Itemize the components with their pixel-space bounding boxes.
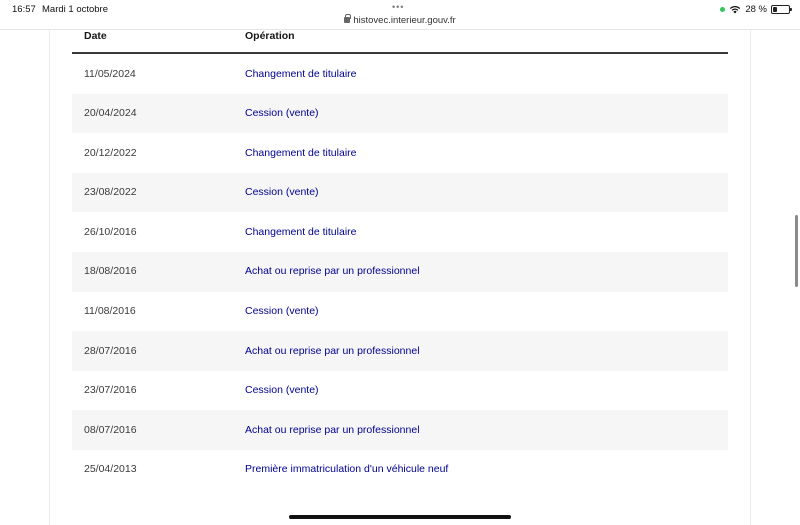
header-date: Date bbox=[84, 30, 107, 42]
row-operation-link[interactable]: Achat ou reprise par un professionnel bbox=[245, 424, 420, 436]
row-date: 08/07/2016 bbox=[84, 423, 137, 436]
row-operation-link[interactable]: Achat ou reprise par un professionnel bbox=[245, 265, 420, 277]
battery-icon bbox=[771, 4, 792, 14]
battery-percentage: 28 % bbox=[745, 3, 767, 15]
row-operation-link[interactable]: Changement de titulaire bbox=[245, 226, 357, 238]
row-date: 26/10/2016 bbox=[84, 225, 137, 238]
table-row: 08/07/2016 Achat ou reprise par un profes… bbox=[72, 410, 728, 450]
wifi-icon bbox=[730, 5, 741, 13]
table-row: 26/10/2016 Changement de titulaire bbox=[72, 212, 728, 252]
lock-icon bbox=[344, 14, 352, 23]
status-time: 16:57 bbox=[12, 4, 36, 15]
row-date: 18/08/2016 bbox=[84, 265, 137, 278]
row-date: 25/04/2013 bbox=[84, 463, 137, 476]
status-date: Mardi 1 octobre bbox=[42, 4, 109, 15]
home-indicator[interactable] bbox=[289, 515, 511, 519]
row-date: 28/07/2016 bbox=[84, 344, 137, 357]
row-operation-link[interactable]: Cession (vente) bbox=[245, 186, 319, 198]
content-frame-left bbox=[49, 30, 50, 525]
row-date: 23/08/2022 bbox=[84, 186, 137, 199]
row-date: 23/07/2016 bbox=[84, 384, 137, 397]
row-operation-link[interactable]: Achat ou reprise par un professionnel bbox=[245, 345, 420, 357]
table-row: 23/08/2022 Cession (vente) bbox=[72, 172, 728, 213]
table-row: 25/04/2013 Première immatriculation d'un … bbox=[72, 450, 728, 490]
row-operation-link[interactable]: Cession (vente) bbox=[245, 384, 319, 396]
address-bar[interactable]: histovec.interieur.gouv.fr bbox=[0, 14, 800, 26]
camera-indicator-icon bbox=[720, 6, 726, 12]
multitasking-dots-icon[interactable]: ••• bbox=[392, 2, 404, 12]
row-date: 11/08/2016 bbox=[84, 305, 136, 318]
table-row: 20/04/2024 Cession (vente) bbox=[72, 93, 728, 134]
row-date: 11/05/2024 bbox=[84, 67, 136, 80]
page-scrollbar[interactable] bbox=[795, 215, 798, 287]
content-frame-right bbox=[750, 30, 751, 525]
table-header: Date Opération bbox=[72, 30, 728, 54]
operations-table: Date Opération 11/05/2024 Changement de t… bbox=[72, 30, 728, 490]
status-indicators: 28 % bbox=[720, 3, 792, 15]
table-row: 28/07/2016 Achat ou reprise par un profes… bbox=[72, 331, 728, 371]
table-row: 11/05/2024 Changement de titulaire bbox=[72, 54, 728, 94]
status-bar: 16:57 Mardi 1 octobre ••• histovec.inter… bbox=[0, 0, 800, 30]
table-row: 23/07/2016 Cession (vente) bbox=[72, 371, 728, 411]
row-operation-link[interactable]: Cession (vente) bbox=[245, 107, 319, 119]
table-row: 11/08/2016 Cession (vente) bbox=[72, 292, 728, 332]
row-operation-link[interactable]: Cession (vente) bbox=[245, 305, 319, 317]
table-row: 20/12/2022 Changement de titulaire bbox=[72, 133, 728, 173]
row-operation-link[interactable]: Changement de titulaire bbox=[245, 147, 357, 159]
address-url: histovec.interieur.gouv.fr bbox=[353, 15, 456, 26]
row-date: 20/12/2022 bbox=[84, 146, 137, 159]
row-operation-link[interactable]: Première immatriculation d'un véhicule n… bbox=[245, 463, 448, 475]
table-body: 11/05/2024 Changement de titulaire 20/04/2… bbox=[72, 54, 728, 490]
row-date: 20/04/2024 bbox=[84, 107, 137, 120]
header-operation: Opération bbox=[245, 30, 295, 42]
table-row: 18/08/2016 Achat ou reprise par un profes… bbox=[72, 251, 728, 292]
row-operation-link[interactable]: Changement de titulaire bbox=[245, 68, 357, 80]
